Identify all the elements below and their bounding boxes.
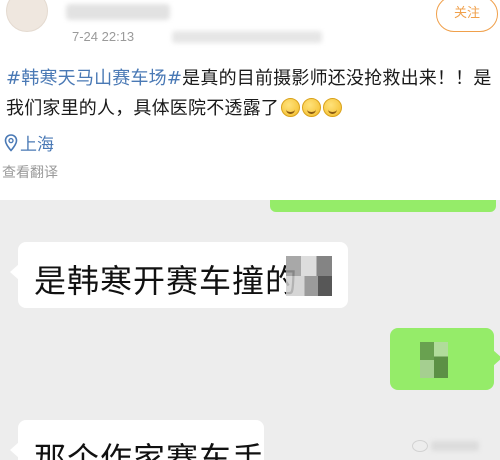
blurred-username (66, 4, 170, 20)
blurred-post-source (172, 31, 322, 43)
location-tag[interactable]: 上海 (4, 130, 54, 155)
blurred-watermark-handle (431, 441, 479, 451)
message-text: 是韩寒开赛车撞的 (34, 262, 299, 300)
post-body: #韩寒天马山赛车场#是真的目前摄影师还没抢救出来！！是我们家里的人，具体医院不透… (6, 64, 496, 127)
emoji-group (279, 97, 342, 127)
incoming-message-bubble: 是韩寒开赛车撞的 (10, 242, 348, 308)
post-timestamp: 7-24 22:13 (72, 29, 135, 44)
redaction-mosaic (420, 342, 448, 378)
avatar[interactable] (6, 0, 48, 32)
message-text: 那个作家赛车手 (34, 440, 266, 460)
incoming-message-bubble: 那个作家赛车手 (10, 420, 266, 460)
weibo-logo-icon (412, 440, 428, 452)
outgoing-message-bubble-partial (270, 200, 496, 212)
follow-button[interactable]: 关注 (436, 0, 498, 32)
location-label: 上海 (20, 135, 54, 155)
location-pin-icon (4, 133, 18, 152)
view-translation-link[interactable]: 查看翻译 (2, 162, 58, 182)
doge-emoji-icon (302, 98, 321, 117)
weibo-watermark (412, 440, 479, 452)
weibo-post: 7-24 22:13 关注 #韩寒天马山赛车场#是真的目前摄影师还没抢救出来！！… (0, 0, 500, 200)
chat-screenshot: 是韩寒开赛车撞的 那个作家赛车手 (0, 200, 500, 460)
doge-emoji-icon (281, 98, 300, 117)
topic-hashtag-link[interactable]: #韩寒天马山赛车场# (6, 68, 182, 89)
redaction-mosaic (286, 256, 332, 296)
doge-emoji-icon (323, 98, 342, 117)
outgoing-message-bubble (390, 328, 500, 390)
